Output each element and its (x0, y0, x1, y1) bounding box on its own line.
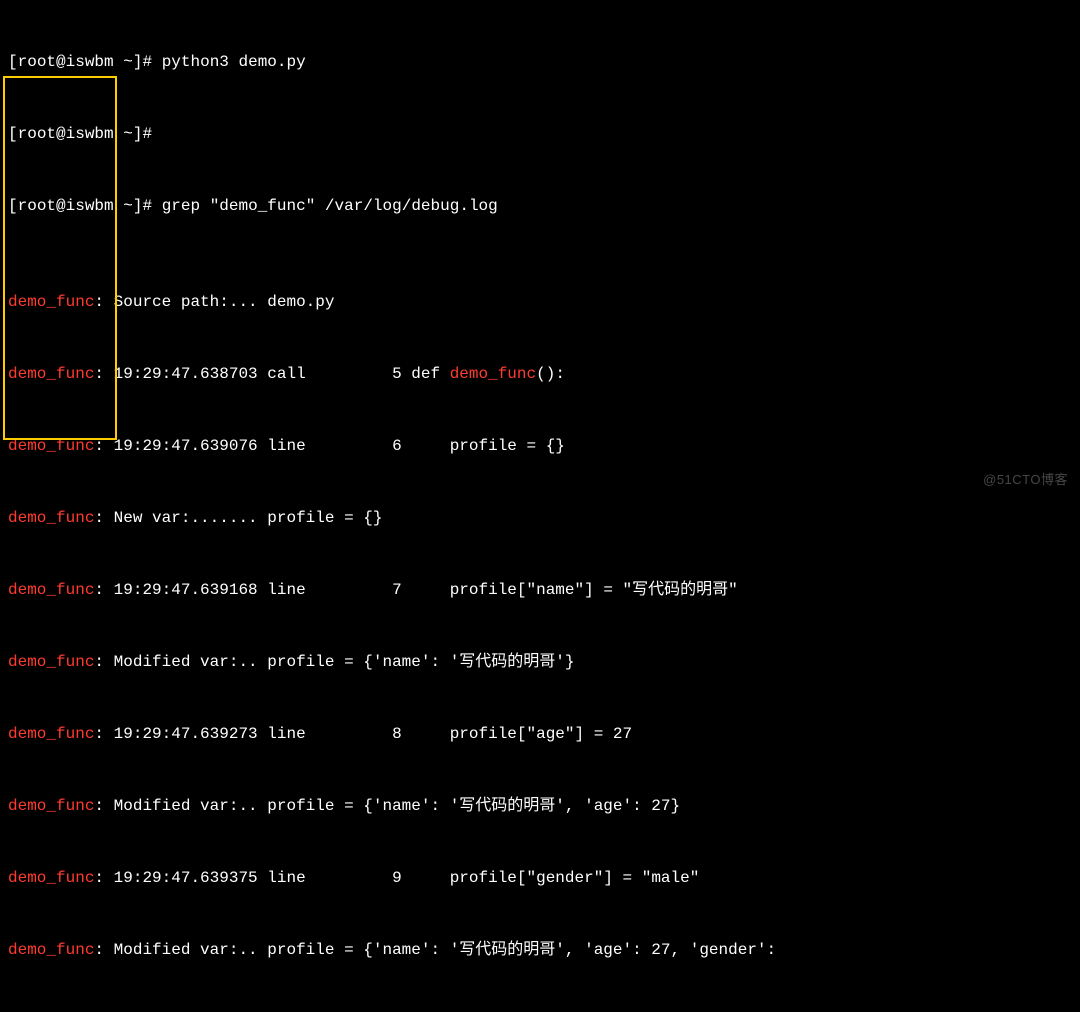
grep-match: demo_func (8, 725, 94, 743)
output-line: demo_func: Source path:... demo.py (8, 290, 1072, 314)
output-line: demo_func: 19:29:47.639168 line 7 profil… (8, 578, 1072, 602)
watermark: @51CTO博客 (983, 468, 1068, 492)
prompt-line: [root@iswbm ~]# python3 demo.py (8, 50, 1072, 74)
output-line: demo_func: 19:29:47.639273 line 8 profil… (8, 722, 1072, 746)
grep-match: demo_func (8, 941, 94, 959)
grep-match: demo_func (8, 293, 94, 311)
grep-match: demo_func (8, 797, 94, 815)
grep-match: demo_func (8, 581, 94, 599)
output-line: demo_func: 19:29:47.639375 line 9 profil… (8, 866, 1072, 890)
grep-match: demo_func (8, 653, 94, 671)
output-line: demo_func: Modified var:.. profile = {'n… (8, 650, 1072, 674)
terminal-window[interactable]: [root@iswbm ~]# python3 demo.py [root@is… (0, 0, 1080, 1012)
output-line: demo_func: Modified var:.. profile = {'n… (8, 938, 1072, 962)
output-line-wrap: le'} (8, 1010, 1072, 1012)
output-line: demo_func: 19:29:47.638703 call 5 def de… (8, 362, 1072, 386)
grep-match-inline: demo_func (450, 365, 536, 383)
command-text: grep "demo_func" /var/log/debug.log (162, 197, 498, 215)
output-line: demo_func: 19:29:47.639076 line 6 profil… (8, 434, 1072, 458)
grep-match: demo_func (8, 869, 94, 887)
output-line: demo_func: New var:....... profile = {} (8, 506, 1072, 530)
prompt-symbol: # (142, 53, 152, 71)
prompt-host: iswbm (66, 53, 114, 71)
prompt-path: ~ (123, 53, 133, 71)
grep-match: demo_func (8, 509, 94, 527)
grep-match: demo_func (8, 365, 94, 383)
prompt-line: [root@iswbm ~]# grep "demo_func" /var/lo… (8, 194, 1072, 218)
prompt-user: root (18, 53, 56, 71)
grep-match: demo_func (8, 437, 94, 455)
command-text: python3 demo.py (162, 53, 306, 71)
prompt-line: [root@iswbm ~]# (8, 122, 1072, 146)
output-line: demo_func: Modified var:.. profile = {'n… (8, 794, 1072, 818)
